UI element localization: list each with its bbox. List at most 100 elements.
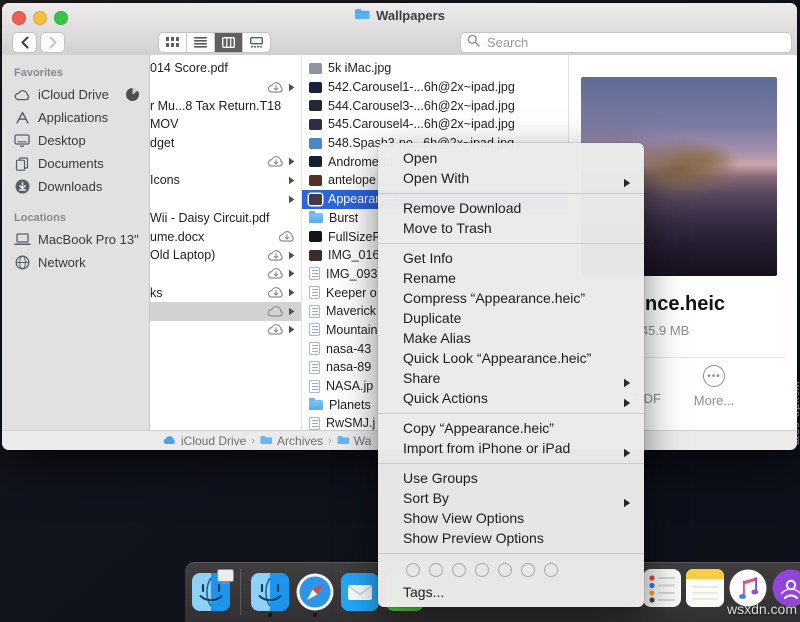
column-archives: 014 Score.pdf r Mu...8 Tax Return.T18 MOVd… (150, 55, 302, 431)
menu-item-remove-download[interactable]: Remove Download (378, 198, 644, 218)
menu-item-get-info[interactable]: Get Info (378, 248, 644, 268)
sidebar-item-label: Downloads (38, 179, 102, 194)
file-row-label: Old Laptop) (150, 248, 266, 262)
menu-item-compress-appearance-heic[interactable]: Compress “Appearance.heic” (378, 288, 644, 308)
file-row-label: Planets (329, 398, 371, 412)
file-row[interactable]: Wii - Daisy Circuit.pdf (150, 209, 301, 228)
more-actions-button[interactable]: ••• More... (681, 365, 747, 408)
image-thumbnail-icon (309, 63, 322, 74)
back-button[interactable] (12, 32, 37, 53)
menu-item-use-groups[interactable]: Use Groups (378, 468, 644, 488)
sidebar-item-documents[interactable]: Documents (2, 152, 149, 175)
menu-item-sort-by[interactable]: Sort By (378, 488, 644, 508)
cloud-download-icon (277, 230, 297, 243)
menu-item-duplicate[interactable]: Duplicate (378, 308, 644, 328)
column-view-button[interactable] (215, 33, 243, 52)
dock-icon-reminders[interactable] (643, 569, 681, 607)
file-row[interactable]: ks (150, 283, 301, 302)
image-thumbnail-icon (309, 231, 322, 242)
menu-item-make-alias[interactable]: Make Alias (378, 328, 644, 348)
tag-color-row (378, 558, 644, 582)
tag-circle-icon[interactable] (498, 563, 512, 577)
document-icon (309, 361, 320, 374)
menu-item-label: Tags... (403, 584, 444, 600)
document-icon (309, 380, 320, 393)
menu-item-quick-actions[interactable]: Quick Actions (378, 388, 644, 408)
submenu-arrow-icon (623, 393, 631, 413)
file-row-label: r Mu...8 Tax Return.T18 (150, 99, 297, 113)
file-row-545-carousel4-6h-2x-ipad-jpg[interactable]: 545.Carousel4-...6h@2x~ipad.jpg (302, 115, 568, 134)
dock-icon-safari[interactable] (296, 573, 334, 611)
sidebar-item-macbook-pro-13[interactable]: MacBook Pro 13" (2, 228, 149, 251)
menu-item-quick-look-appearance-heic[interactable]: Quick Look “Appearance.heic” (378, 348, 644, 368)
file-row[interactable] (150, 302, 301, 321)
tag-circle-icon[interactable] (544, 563, 558, 577)
dock-icon-finder[interactable] (192, 573, 230, 611)
path-segment-label: Wa (354, 434, 372, 448)
menu-item-show-view-options[interactable]: Show View Options (378, 508, 644, 528)
search-input[interactable] (485, 34, 785, 51)
document-icon (309, 342, 320, 355)
file-row[interactable]: Old Laptop) (150, 246, 301, 265)
menu-item-rename[interactable]: Rename (378, 268, 644, 288)
sidebar-item-applications[interactable]: Applications (2, 106, 149, 129)
file-row-label: 542.Carousel1-...6h@2x~ipad.jpg (328, 80, 515, 94)
tag-circle-icon[interactable] (521, 563, 535, 577)
file-row[interactable]: Icons (150, 171, 301, 190)
file-row[interactable] (150, 152, 301, 171)
dock-icon-finder[interactable] (251, 573, 289, 611)
sidebar-item-desktop[interactable]: Desktop (2, 129, 149, 152)
tag-circle-icon[interactable] (452, 563, 466, 577)
file-row[interactable] (150, 190, 301, 209)
watermark-side: wsxdn.com (790, 382, 800, 446)
tag-circle-icon[interactable] (429, 563, 443, 577)
path-segment-archives[interactable]: Archives (260, 434, 323, 448)
menu-item-tags[interactable]: Tags... (378, 582, 644, 602)
file-row[interactable] (150, 78, 301, 97)
file-row-label: RwSMJ.j (326, 416, 375, 430)
dock-icon-mail[interactable] (341, 573, 379, 611)
file-row[interactable]: 014 Score.pdf (150, 59, 301, 78)
running-indicator-dot (268, 613, 272, 617)
tag-circle-icon[interactable] (475, 563, 489, 577)
image-thumbnail-icon (309, 100, 322, 111)
search-field[interactable] (460, 32, 792, 53)
path-segment-label: Archives (277, 434, 323, 448)
image-thumbnail-icon (309, 156, 322, 167)
file-row[interactable]: r Mu...8 Tax Return.T18 (150, 96, 301, 115)
file-row-542-carousel1-6h-2x-ipad-jpg[interactable]: 542.Carousel1-...6h@2x~ipad.jpg (302, 78, 568, 97)
path-segment-wa[interactable]: Wa (337, 434, 372, 448)
menu-item-show-preview-options[interactable]: Show Preview Options (378, 528, 644, 548)
file-row[interactable]: MOV (150, 115, 301, 134)
sidebar-item-label: MacBook Pro 13" (38, 232, 139, 247)
tag-circle-icon[interactable] (406, 563, 420, 577)
menu-item-move-to-trash[interactable]: Move to Trash (378, 218, 644, 238)
sidebar-item-downloads[interactable]: Downloads (2, 175, 149, 198)
file-row-544-carousel3-6h-2x-ipad-jpg[interactable]: 544.Carousel3-...6h@2x~ipad.jpg (302, 96, 568, 115)
file-row[interactable]: ume.docx (150, 227, 301, 246)
menu-item-copy-appearance-heic[interactable]: Copy “Appearance.heic” (378, 418, 644, 438)
menu-item-open[interactable]: Open (378, 148, 644, 168)
forward-button[interactable] (40, 32, 65, 53)
list-view-button[interactable] (187, 33, 215, 52)
file-row[interactable] (150, 321, 301, 340)
file-row-label: Mountain (326, 323, 377, 337)
sidebar-item-network[interactable]: Network (2, 251, 149, 274)
sidebar-item-icloud-drive[interactable]: iCloud Drive (2, 83, 149, 106)
icon-view-button[interactable] (159, 33, 187, 52)
sidebar-item-label: Desktop (38, 133, 86, 148)
file-row[interactable] (150, 265, 301, 284)
menu-item-label: Make Alias (403, 330, 471, 346)
menu-item-import-from-iphone-or-ipad[interactable]: Import from iPhone or iPad (378, 438, 644, 458)
menu-item-open-with[interactable]: Open With (378, 168, 644, 188)
menu-item-label: Compress “Appearance.heic” (403, 290, 585, 306)
gallery-view-button[interactable] (243, 33, 270, 52)
file-row[interactable]: dget (150, 134, 301, 153)
path-segment-icloud-drive[interactable]: iCloud Drive (162, 434, 246, 448)
file-row-5k-imac-jpg[interactable]: 5k iMac.jpg (302, 59, 568, 78)
view-switcher (158, 32, 271, 53)
menu-item-share[interactable]: Share (378, 368, 644, 388)
dock-icon-notes[interactable] (686, 569, 724, 607)
disclosure-triangle-icon (286, 325, 297, 334)
sidebar-heading: Locations (14, 212, 149, 224)
